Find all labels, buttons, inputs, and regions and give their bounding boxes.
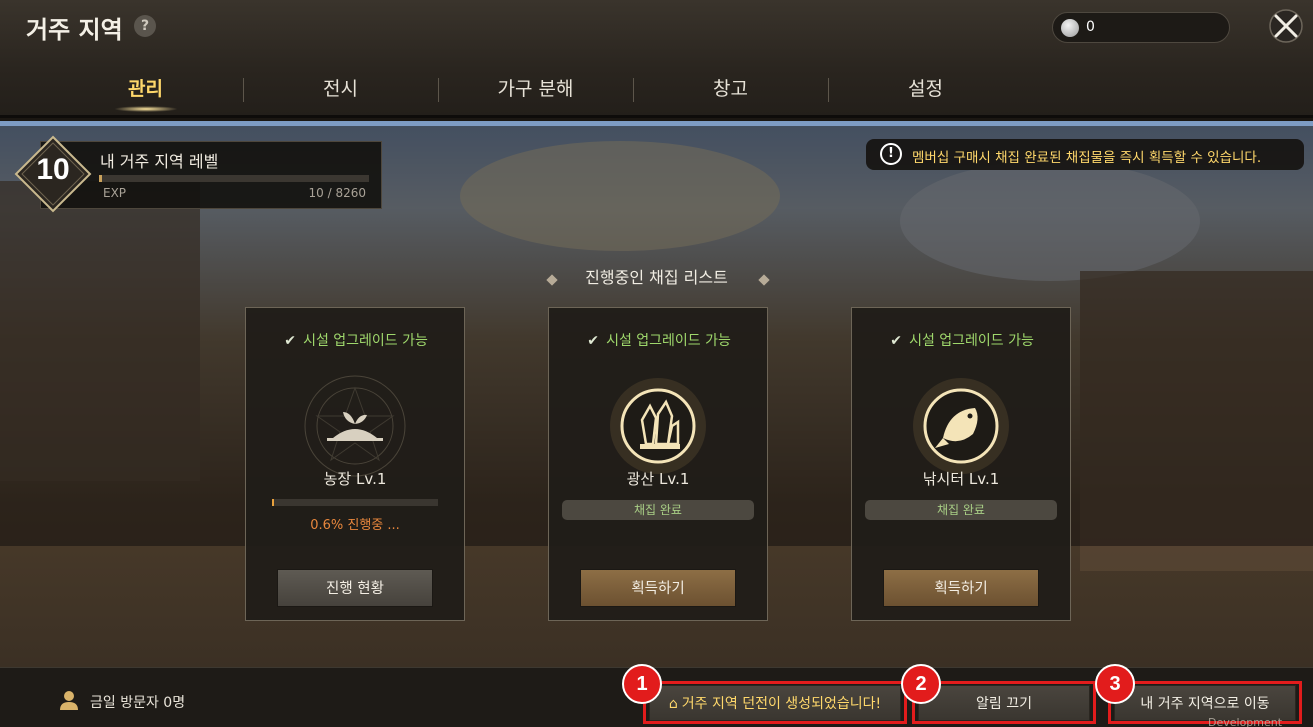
- step-badge-3: 3: [1095, 664, 1135, 704]
- close-icon[interactable]: [1268, 8, 1304, 44]
- gathering-complete-status: 채집 완료: [865, 500, 1057, 520]
- warning-icon: !: [880, 143, 902, 165]
- currency-value: 0: [1086, 19, 1095, 35]
- upgrade-label: 시설 업그레이드 가능: [303, 333, 428, 349]
- facility-name: 광산 Lv.1: [626, 470, 690, 488]
- facility-name: 농장 Lv.1: [323, 470, 387, 488]
- tab-display[interactable]: 전시: [243, 66, 438, 112]
- coin-icon: [1061, 19, 1079, 37]
- level-label: 내 거주 지역 레벨: [100, 152, 219, 171]
- currency-display: 0: [1052, 12, 1230, 43]
- progress-status-button[interactable]: 진행 현황: [277, 569, 433, 607]
- visitor-user-icon: [60, 691, 78, 710]
- gathering-list-title: 진행중인 채집 리스트: [585, 268, 728, 287]
- exp-label: EXP: [103, 186, 127, 200]
- upgrade-available: ✔ 시설 업그레이드 가능: [246, 330, 464, 350]
- tab-furniture-disassemble[interactable]: 가구 분해: [438, 66, 633, 112]
- level-number: 10: [36, 153, 70, 186]
- visitor-count: 금일 방문자 0명: [90, 695, 186, 711]
- gathering-progress-bar: [272, 499, 438, 506]
- gathering-progress-fill: [272, 499, 274, 506]
- fish-icon: [913, 378, 1009, 474]
- exp-bar: [99, 175, 369, 182]
- upgrade-available: ✔ 시설 업그레이드 가능: [549, 330, 767, 350]
- exp-value: 10 / 8260: [308, 186, 366, 200]
- gathering-complete-status: 채집 완료: [562, 500, 754, 520]
- header-bar: 거주 지역 ? 0 관리 전시 가구 분해 창고 설정: [0, 0, 1313, 118]
- progress-text: 0.6% 진행중 ...: [310, 518, 400, 533]
- gathering-card-farm: ✔ 시설 업그레이드 가능 농장 Lv.1 0.6% 진행중 ... 진행 현황: [245, 307, 465, 621]
- upgrade-label: 시설 업그레이드 가능: [909, 333, 1034, 349]
- collect-button[interactable]: 획득하기: [883, 569, 1039, 607]
- farm-sprout-icon: [304, 375, 406, 477]
- step-badge-2: 2: [901, 664, 941, 704]
- highlight-frame-1: [643, 681, 907, 724]
- exp-bar-fill: [99, 175, 102, 182]
- mine-crystal-icon: [610, 378, 706, 474]
- gathering-card-fishing: ✔ 시설 업그레이드 가능 낚시터 Lv.1 채집 완료 획득하기: [851, 307, 1071, 621]
- membership-notice: ! 멤버십 구매시 채집 완료된 채집물을 즉시 획득할 수 있습니다.: [866, 139, 1304, 170]
- development-build-label: Development Build: [1208, 716, 1283, 727]
- tab-storage[interactable]: 창고: [633, 66, 828, 112]
- tab-bar: 관리 전시 가구 분해 창고 설정: [48, 66, 1022, 112]
- help-icon[interactable]: ?: [134, 15, 156, 37]
- active-tab-indicator: [114, 106, 178, 112]
- upgrade-label: 시설 업그레이드 가능: [606, 333, 731, 349]
- check-icon: ✔: [587, 333, 599, 349]
- page-title: 거주 지역: [26, 16, 123, 44]
- upgrade-available: ✔ 시설 업그레이드 가능: [852, 330, 1070, 350]
- collect-button[interactable]: 획득하기: [580, 569, 736, 607]
- step-badge-1: 1: [622, 664, 662, 704]
- check-icon: ✔: [284, 333, 296, 349]
- gathering-card-mine: ✔ 시설 업그레이드 가능 광산 Lv.1 채집 완료 획득하기: [548, 307, 768, 621]
- tab-settings[interactable]: 설정: [828, 66, 1023, 112]
- facility-name: 낚시터 Lv.1: [922, 470, 1000, 488]
- notice-text: 멤버십 구매시 채집 완료된 채집물을 즉시 획득할 수 있습니다.: [912, 150, 1262, 166]
- check-icon: ✔: [890, 333, 902, 349]
